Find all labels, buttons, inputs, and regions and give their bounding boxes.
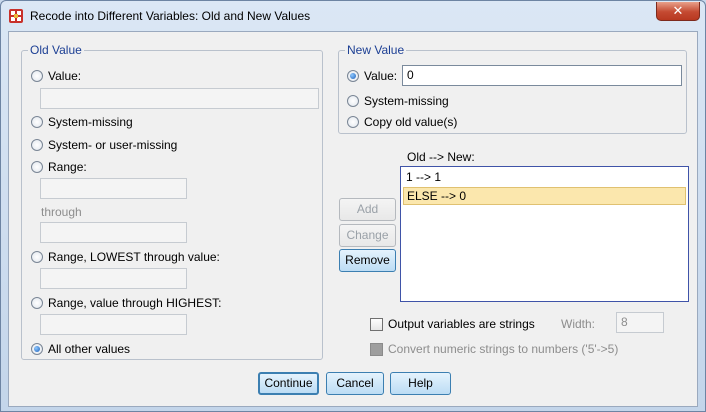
old-all-other-label: All other values — [48, 342, 131, 356]
width-value: 8 — [621, 315, 628, 329]
new-system-missing-label: System-missing — [364, 94, 449, 108]
old-range-highest-circle[interactable] — [31, 297, 43, 309]
new-value-radio[interactable]: Value: — [347, 68, 397, 84]
old-system-missing-label: System-missing — [48, 115, 133, 129]
add-button[interactable]: Add — [339, 198, 396, 221]
convert-numeric-check-box[interactable] — [370, 343, 383, 356]
old-range-highest-label: Range, value through HIGHEST: — [48, 296, 222, 310]
mapping-item-1[interactable]: 1 --> 1 — [403, 168, 686, 186]
width-label: Width: — [561, 317, 596, 331]
spss-app-icon — [9, 9, 23, 23]
old-system-user-missing-radio[interactable]: System- or user-missing — [31, 137, 177, 153]
old-range-lowest-label: Range, LOWEST through value: — [48, 250, 220, 264]
output-strings-check-box[interactable] — [370, 318, 383, 331]
continue-button[interactable]: Continue — [258, 372, 319, 395]
new-value-group: New Value Value: 0 System-missing Copy o… — [338, 43, 687, 134]
old-value-input[interactable] — [40, 88, 319, 109]
old-system-user-missing-label: System- or user-missing — [48, 138, 178, 152]
cancel-button[interactable]: Cancel — [326, 372, 384, 395]
through-label: through — [41, 205, 82, 219]
dialog-client: Old Value Value: System-missing System- … — [8, 31, 698, 407]
output-strings-label: Output variables are strings — [388, 317, 535, 331]
range-to-input[interactable] — [40, 222, 187, 243]
new-value-legend: New Value — [345, 43, 407, 57]
convert-numeric-checkbox[interactable]: Convert numeric strings to numbers ('5'-… — [370, 341, 618, 357]
old-all-other-radio[interactable]: All other values — [31, 341, 130, 357]
old-value-legend: Old Value — [28, 43, 84, 57]
remove-button[interactable]: Remove — [339, 249, 396, 272]
dialog-window: Recode into Different Variables: Old and… — [0, 0, 706, 412]
title-bar[interactable]: Recode into Different Variables: Old and… — [1, 1, 705, 31]
output-strings-checkbox[interactable]: Output variables are strings — [370, 316, 535, 332]
old-value-radio-circle[interactable] — [31, 70, 43, 82]
old-value-radio[interactable]: Value: — [31, 68, 81, 84]
old-range-lowest-radio[interactable]: Range, LOWEST through value: — [31, 249, 220, 265]
copy-old-value-radio[interactable]: Copy old value(s) — [347, 114, 457, 130]
old-all-other-circle[interactable] — [31, 343, 43, 355]
old-range-highest-radio[interactable]: Range, value through HIGHEST: — [31, 295, 221, 311]
new-system-missing-radio[interactable]: System-missing — [347, 93, 449, 109]
old-value-group: Old Value Value: System-missing System- … — [21, 43, 323, 360]
copy-old-value-label: Copy old value(s) — [364, 115, 458, 129]
old-range-circle[interactable] — [31, 161, 43, 173]
old-range-lowest-circle[interactable] — [31, 251, 43, 263]
old-system-user-missing-circle[interactable] — [31, 139, 43, 151]
range-lowest-input[interactable] — [40, 268, 187, 289]
range-highest-input[interactable] — [40, 314, 187, 335]
new-value-radio-circle[interactable] — [347, 70, 359, 82]
old-value-radio-label: Value: — [48, 69, 82, 83]
help-button[interactable]: Help — [390, 372, 451, 395]
copy-old-value-circle[interactable] — [347, 116, 359, 128]
new-value-input[interactable]: 0 — [402, 65, 682, 86]
convert-numeric-label: Convert numeric strings to numbers ('5'-… — [388, 342, 619, 356]
old-system-missing-circle[interactable] — [31, 116, 43, 128]
close-icon: ✕ — [672, 3, 684, 18]
mapping-list-label: Old --> New: — [407, 150, 475, 164]
range-from-input[interactable] — [40, 178, 187, 199]
width-input[interactable]: 8 — [616, 312, 664, 333]
old-range-label: Range: — [48, 160, 87, 174]
old-system-missing-radio[interactable]: System-missing — [31, 114, 133, 130]
new-system-missing-circle[interactable] — [347, 95, 359, 107]
mapping-listbox[interactable]: 1 --> 1 ELSE --> 0 — [400, 166, 689, 302]
window-title: Recode into Different Variables: Old and… — [30, 9, 311, 23]
old-range-radio[interactable]: Range: — [31, 159, 87, 175]
new-value-radio-label: Value: — [364, 69, 398, 83]
mapping-item-else[interactable]: ELSE --> 0 — [403, 187, 686, 205]
change-button[interactable]: Change — [339, 224, 396, 247]
close-button[interactable]: ✕ — [656, 2, 700, 21]
